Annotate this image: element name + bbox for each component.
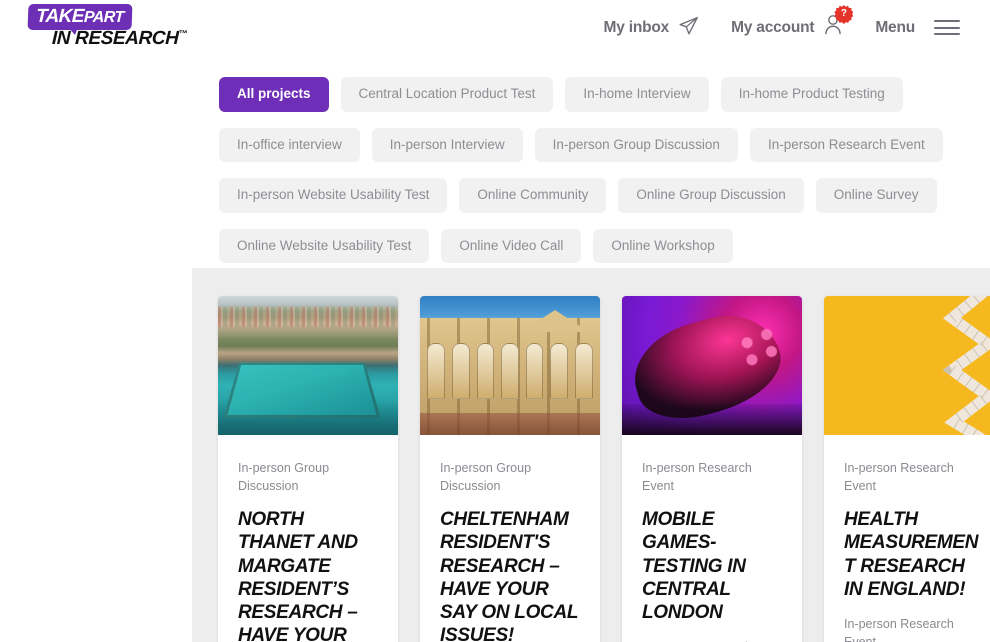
account-notification-badge: ? bbox=[834, 5, 854, 24]
filter-chip-all-projects[interactable]: All projects bbox=[219, 77, 329, 112]
filter-chip-online-community[interactable]: Online Community bbox=[459, 178, 607, 213]
project-card-category: In-person Group Discussion bbox=[440, 461, 532, 494]
project-card-category: In-person Research Event bbox=[844, 461, 954, 494]
header-nav: My inbox My account ? Menu bbox=[587, 5, 980, 41]
filter-chip-in-office-interview[interactable]: In-office interview bbox=[219, 127, 360, 162]
filter-chip-in-home-product-testing[interactable]: In-home Product Testing bbox=[720, 77, 903, 112]
controller-shadow-shape bbox=[622, 404, 802, 435]
nav-item-menu[interactable]: Menu bbox=[859, 19, 980, 37]
measuring-tape-yellow-photo bbox=[824, 296, 990, 435]
project-card-body: In-person Group Discussion CHELTENHAM RE… bbox=[420, 435, 600, 642]
logo-trademark: ™ bbox=[178, 28, 188, 39]
logo-tagline-text: IN RESEARCH bbox=[51, 28, 179, 49]
filter-chip-online-workshop[interactable]: Online Workshop bbox=[593, 228, 733, 263]
badge-label: ? bbox=[840, 8, 847, 19]
project-card-list: In-person Group Discussion NORTH THANET … bbox=[218, 296, 990, 642]
filter-chip-in-person-research-event[interactable]: In-person Research Event bbox=[749, 127, 943, 162]
building-pediment-shape bbox=[521, 309, 590, 332]
filter-row-3: In-person Website Usability Test Online … bbox=[219, 178, 979, 213]
logo-badge: TAKEPART bbox=[27, 4, 133, 30]
filter-chip-in-person-group-discussion[interactable]: In-person Group Discussion bbox=[534, 127, 738, 162]
project-card-title: HEALTH MEASUREMENT RESEARCH IN ENGLAND! bbox=[844, 509, 979, 600]
project-type-filters: All projects Central Location Product Te… bbox=[219, 77, 979, 279]
project-card-category: In-person Group Discussion bbox=[238, 461, 330, 494]
hamburger-icon[interactable] bbox=[934, 20, 960, 35]
project-card-title: MOBILE GAMES-TESTING IN CENTRAL LONDON bbox=[642, 509, 746, 623]
project-card-category-secondary: In-person Research Event bbox=[844, 616, 954, 642]
project-card[interactable]: In-person Group Discussion NORTH THANET … bbox=[218, 296, 398, 642]
filter-chip-online-group-discussion[interactable]: Online Group Discussion bbox=[618, 178, 804, 213]
aerial-coastal-tidal-pool-photo bbox=[218, 296, 398, 435]
logo-tagline: IN RESEARCH™ bbox=[51, 28, 188, 49]
filter-chip-central-location-product-test[interactable]: Central Location Product Test bbox=[340, 77, 554, 112]
neon-game-controller-photo bbox=[622, 296, 802, 435]
filter-chip-in-person-interview[interactable]: In-person Interview bbox=[371, 127, 523, 162]
filter-chip-online-survey[interactable]: Online Survey bbox=[815, 178, 937, 213]
paper-plane-icon bbox=[678, 15, 699, 41]
project-card-title: CHELTENHAM RESIDENT'S RESEARCH – HAVE YO… bbox=[440, 509, 578, 642]
project-card-body: In-person Group Discussion NORTH THANET … bbox=[218, 435, 398, 642]
logo-word-take: TAKE bbox=[35, 6, 85, 27]
filter-chip-online-website-usability-test[interactable]: Online Website Usability Test bbox=[219, 228, 430, 263]
nav-label-my-account: My account bbox=[731, 18, 815, 36]
filter-row-2: In-office interview In-person Interview … bbox=[219, 127, 979, 162]
logo-word-part: PART bbox=[83, 9, 124, 26]
filter-chip-in-person-website-usability-test[interactable]: In-person Website Usability Test bbox=[219, 178, 448, 213]
project-card-category-secondary: In-person Research bbox=[642, 638, 782, 642]
nav-item-my-inbox[interactable]: My inbox bbox=[587, 15, 715, 41]
project-card-body: In-person Research Event HEALTH MEASUREM… bbox=[824, 435, 990, 642]
nav-label-my-inbox: My inbox bbox=[603, 18, 670, 36]
project-card-image bbox=[824, 296, 990, 435]
regency-building-facade-photo bbox=[420, 296, 600, 435]
project-card[interactable]: In-person Research Event MOBILE GAMES-TE… bbox=[622, 296, 802, 642]
project-card-image bbox=[622, 296, 802, 435]
site-logo[interactable]: TAKEPART IN RESEARCH™ bbox=[22, 2, 222, 54]
project-card-image bbox=[420, 296, 600, 435]
project-card[interactable]: In-person Group Discussion CHELTENHAM RE… bbox=[420, 296, 600, 642]
project-card-image bbox=[218, 296, 398, 435]
project-card[interactable]: In-person Research Event HEALTH MEASUREM… bbox=[824, 296, 990, 642]
projects-section: In-person Group Discussion NORTH THANET … bbox=[192, 268, 990, 642]
project-card-title: NORTH THANET AND MARGATE RESIDENT’S RESE… bbox=[238, 509, 358, 642]
building-windows-shape bbox=[427, 343, 593, 399]
nav-item-my-account[interactable]: My account ? bbox=[715, 5, 859, 41]
filter-row-4: Online Website Usability Test Online Vid… bbox=[219, 228, 979, 263]
nav-label-menu: Menu bbox=[875, 18, 915, 36]
measuring-tape-shape bbox=[942, 296, 990, 435]
filter-chip-in-home-interview[interactable]: In-home Interview bbox=[565, 77, 709, 112]
filter-row-1: All projects Central Location Product Te… bbox=[219, 77, 979, 112]
site-header: TAKEPART IN RESEARCH™ My inbox My accoun… bbox=[0, 0, 990, 62]
filter-chip-online-video-call[interactable]: Online Video Call bbox=[441, 228, 582, 263]
project-card-category: In-person Research Event bbox=[642, 461, 752, 494]
project-card-body: In-person Research Event MOBILE GAMES-TE… bbox=[622, 435, 802, 642]
